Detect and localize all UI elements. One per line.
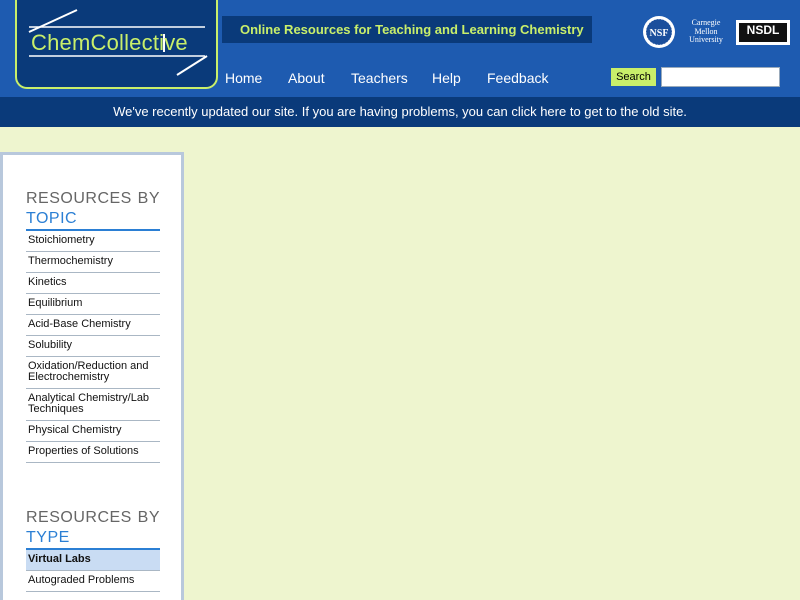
heading-line: TOPIC	[26, 210, 78, 227]
cmu-line: University	[689, 35, 723, 44]
nav-teachers[interactable]: Teachers	[351, 65, 408, 91]
topic-list: Stoichiometry Thermochemistry Kinetics E…	[26, 231, 160, 463]
search-input[interactable]	[661, 67, 780, 87]
topic-properties-of-solutions[interactable]: Properties of Solutions	[26, 442, 160, 463]
resources-by-topic-heading: RESOURCES BY TOPIC	[26, 189, 160, 231]
heading-line: RESOURCES BY	[26, 509, 160, 526]
nsf-logo-icon[interactable]: NSF	[642, 15, 676, 49]
logo-text: ChemCollective	[31, 30, 188, 55]
resources-by-type-heading: RESOURCES BY TYPE	[26, 508, 160, 550]
search-button[interactable]: Search	[611, 68, 656, 86]
topic-solubility[interactable]: Solubility	[26, 336, 160, 357]
heading-line: TYPE	[26, 529, 70, 546]
topic-analytical-chemistry[interactable]: Analytical Chemistry/Lab Techniques	[26, 389, 160, 421]
heading-line: RESOURCES BY	[26, 190, 160, 207]
topic-stoichiometry[interactable]: Stoichiometry	[26, 231, 160, 252]
type-list: Virtual Labs Autograded Problems	[26, 550, 160, 592]
type-virtual-labs[interactable]: Virtual Labs	[26, 550, 160, 571]
nsdl-logo[interactable]: NSDL	[736, 20, 790, 45]
nsf-logo-text: NSF	[650, 28, 669, 39]
sidebar: RESOURCES BY TOPIC Stoichiometry Thermoc…	[0, 152, 184, 600]
nsdl-logo-subtext	[739, 38, 787, 41]
topic-equilibrium[interactable]: Equilibrium	[26, 294, 160, 315]
site-header: ChemCollective Online Resources for Teac…	[0, 0, 800, 97]
old-site-notice-link[interactable]: We've recently updated our site. If you …	[0, 97, 800, 127]
nav-home[interactable]: Home	[225, 65, 262, 91]
tagline: Online Resources for Teaching and Learni…	[240, 22, 584, 37]
nav-help[interactable]: Help	[432, 65, 461, 91]
topic-kinetics[interactable]: Kinetics	[26, 273, 160, 294]
topic-oxidation-reduction[interactable]: Oxidation/Reduction and Electrochemistry	[26, 357, 160, 389]
topic-thermochemistry[interactable]: Thermochemistry	[26, 252, 160, 273]
nsdl-logo-body: NSDL	[739, 23, 787, 42]
notice-bar: We've recently updated our site. If you …	[0, 97, 800, 127]
nsdl-logo-text: NSDL	[746, 23, 780, 37]
topic-acid-base-chemistry[interactable]: Acid-Base Chemistry	[26, 315, 160, 336]
nav-about[interactable]: About	[288, 65, 325, 91]
chemcollective-logo[interactable]: ChemCollective	[15, 0, 218, 89]
cmu-logo[interactable]: Carnegie Mellon University	[684, 18, 728, 47]
nav-feedback[interactable]: Feedback	[487, 65, 548, 91]
topic-physical-chemistry[interactable]: Physical Chemistry	[26, 421, 160, 442]
tagline-bar: Online Resources for Teaching and Learni…	[222, 16, 592, 43]
type-autograded-problems[interactable]: Autograded Problems	[26, 571, 160, 592]
